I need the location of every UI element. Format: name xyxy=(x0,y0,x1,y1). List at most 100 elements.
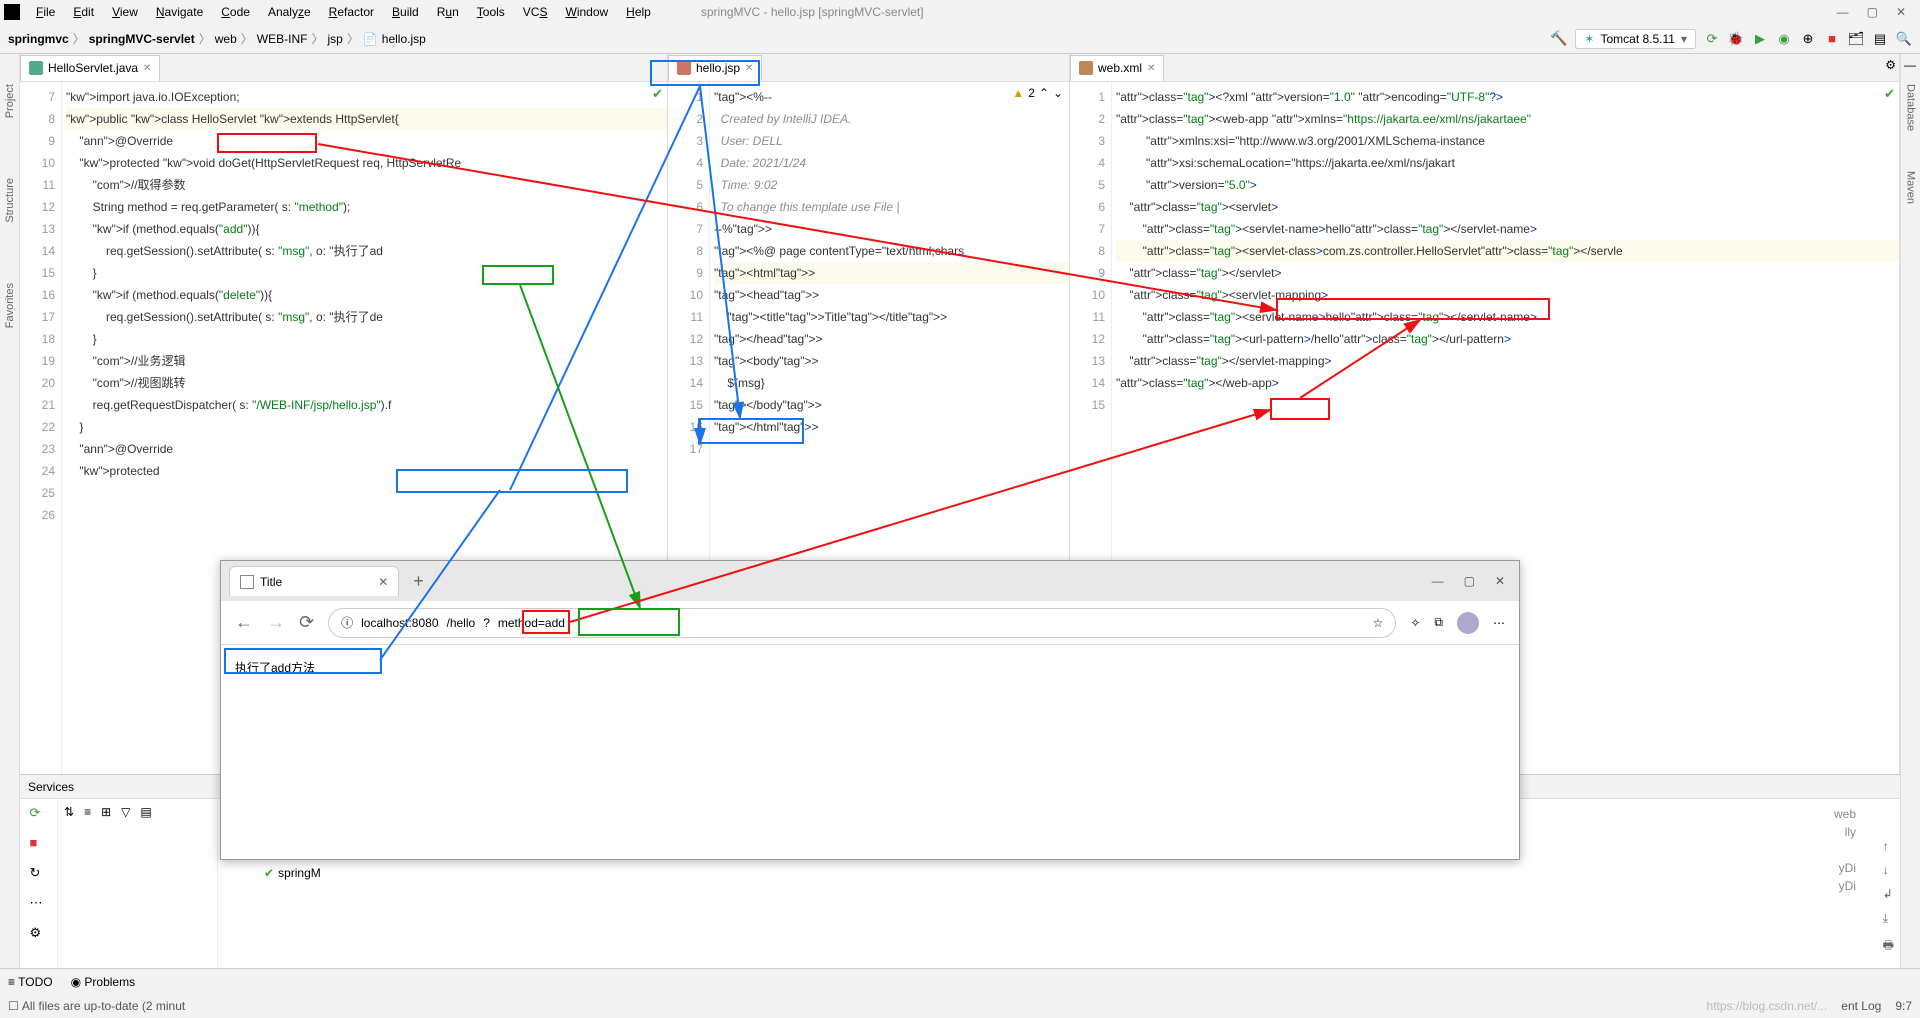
svc-filter-icon[interactable]: ⋯ xyxy=(30,895,48,913)
url-query: method=add xyxy=(498,616,565,630)
browser-min-icon[interactable]: — xyxy=(1432,574,1444,588)
search-icon[interactable]: 🔍 xyxy=(1896,31,1912,47)
svc-tool-icon[interactable]: ▤ xyxy=(140,805,151,819)
inspection-ok-icon: ✔ xyxy=(652,86,663,102)
browser-profile-icon[interactable] xyxy=(1457,612,1479,634)
crumb-webinf[interactable]: WEB-INF xyxy=(257,32,308,46)
menu-tools[interactable]: Tools xyxy=(469,3,513,21)
browser-star-icon[interactable]: ☆ xyxy=(1373,616,1384,630)
browser-max-icon[interactable]: ▢ xyxy=(1464,574,1475,588)
bottom-toolwindow-stripe: ≡ TODO ◉ Problems xyxy=(0,968,1920,994)
close-icon[interactable]: ✕ xyxy=(1896,5,1906,19)
browser-fav-icon[interactable]: ✧ xyxy=(1410,616,1420,630)
svc-print-icon[interactable]: 🖶 xyxy=(1883,936,1894,957)
svc-up-icon[interactable]: ↑ xyxy=(1883,839,1894,853)
svc-tool-icon[interactable]: ⊞ xyxy=(101,805,111,819)
svc-tool-icon[interactable]: ⇅ xyxy=(64,805,74,819)
app-logo-icon xyxy=(4,4,20,20)
run-play-icon[interactable]: ▶ xyxy=(1752,31,1768,47)
crumb-root[interactable]: springmvc xyxy=(8,32,69,46)
menu-refactor[interactable]: Refactor xyxy=(321,3,382,21)
crumb-web[interactable]: web xyxy=(215,32,237,46)
services-settings-icon[interactable]: ⚙ xyxy=(1885,58,1896,72)
toolwindow-maven[interactable]: Maven xyxy=(1905,171,1917,204)
tab-close-icon[interactable]: ✕ xyxy=(745,63,753,74)
menu-view[interactable]: View xyxy=(104,3,146,21)
tab-label: web.xml xyxy=(1098,61,1142,75)
crumb-jsp[interactable]: jsp xyxy=(327,32,342,46)
svc-tool-icon[interactable]: ≡ xyxy=(84,805,91,819)
tab-helloServlet[interactable]: HelloServlet.java ✕ xyxy=(20,55,160,81)
run-config-selector[interactable]: ✶ Tomcat 8.5.11 ▾ xyxy=(1575,29,1696,49)
svc-tool-icon[interactable]: ▽ xyxy=(121,805,130,819)
tab-hellojsp[interactable]: hello.jsp ✕ xyxy=(668,55,762,81)
debug-icon[interactable]: 🐞 xyxy=(1728,31,1744,47)
tab-label: HelloServlet.java xyxy=(48,61,138,75)
xml-file-icon xyxy=(1079,61,1093,75)
git-icon[interactable]: 🗂 xyxy=(1848,31,1864,47)
tab-close-icon[interactable]: ✕ xyxy=(1147,63,1155,74)
crumb-module[interactable]: springMVC-servlet xyxy=(89,32,195,46)
menu-build[interactable]: Build xyxy=(384,3,427,21)
menu-vcs[interactable]: VCS xyxy=(515,3,556,21)
browser-address-bar[interactable]: ⓘ localhost:8080/hello? method=add ☆ xyxy=(328,608,1396,638)
run-icon[interactable]: ⟳ xyxy=(1704,31,1720,47)
services-hide-icon[interactable]: — xyxy=(1904,58,1916,72)
menu-navigate[interactable]: Navigate xyxy=(148,3,211,21)
browser-tab[interactable]: Title ✕ xyxy=(229,566,399,596)
run-config-label: Tomcat 8.5.11 xyxy=(1600,32,1674,46)
info-icon[interactable]: ⓘ xyxy=(341,614,353,631)
profile-icon[interactable]: ⊕ xyxy=(1800,31,1816,47)
page-text: 执行了add方法 xyxy=(235,661,315,675)
browser-reload-icon[interactable]: ⟳ xyxy=(299,612,314,633)
menu-help[interactable]: Help xyxy=(618,3,659,21)
maximize-icon[interactable]: ▢ xyxy=(1867,5,1878,19)
jsp-file-icon xyxy=(677,61,691,75)
menu-file[interactable]: File xyxy=(28,3,63,21)
page-icon xyxy=(240,575,254,589)
toolwindow-project[interactable]: Project xyxy=(4,84,16,118)
inspection-prev-icon[interactable]: ⌃ xyxy=(1039,86,1049,100)
browser-fwd-icon[interactable]: → xyxy=(267,612,285,633)
bottom-problems[interactable]: ◉ Problems xyxy=(71,975,136,989)
tab-label: hello.jsp xyxy=(696,61,740,75)
project-structure-icon[interactable]: ▤ xyxy=(1872,31,1888,47)
menu-window[interactable]: Window xyxy=(557,3,616,21)
menu-edit[interactable]: Edit xyxy=(65,3,102,21)
menu-bar: File Edit View Navigate Code Analyze Ref… xyxy=(0,0,1920,24)
browser-menu-icon[interactable]: ⋯ xyxy=(1493,616,1505,630)
toolwindow-structure[interactable]: Structure xyxy=(4,178,16,223)
toolwindow-database[interactable]: Database xyxy=(1905,84,1917,131)
status-log[interactable]: ent Log xyxy=(1841,999,1881,1013)
browser-collections-icon[interactable]: ⧉ xyxy=(1434,615,1443,630)
svc-rerun-icon[interactable]: ⟳ xyxy=(30,805,48,823)
url-host: localhost:8080 xyxy=(361,616,438,630)
java-file-icon xyxy=(29,61,43,75)
tab-webxml[interactable]: web.xml ✕ xyxy=(1070,55,1164,81)
browser-new-tab-icon[interactable]: + xyxy=(413,571,424,592)
browser-back-icon[interactable]: ← xyxy=(235,612,253,633)
stop-icon[interactable]: ■ xyxy=(1824,31,1840,47)
svc-scroll-icon[interactable]: ⤓ xyxy=(1883,911,1894,926)
navigation-bar: springmvc〉 springMVC-servlet〉 web〉 WEB-I… xyxy=(0,24,1920,54)
svc-wrap-icon[interactable]: ↲ xyxy=(1883,887,1894,901)
svc-more-icon[interactable]: ⚙ xyxy=(30,925,48,943)
browser-close-icon[interactable]: ✕ xyxy=(1495,574,1505,588)
minimize-icon[interactable]: — xyxy=(1837,5,1849,19)
browser-tab-close-icon[interactable]: ✕ xyxy=(378,575,388,589)
menu-analyze[interactable]: Analyze xyxy=(260,3,319,21)
coverage-icon[interactable]: ◉ xyxy=(1776,31,1792,47)
menu-run[interactable]: Run xyxy=(429,3,467,21)
inspection-next-icon[interactable]: ⌄ xyxy=(1053,86,1063,100)
svc-down-icon[interactable]: ↓ xyxy=(1883,863,1894,877)
bottom-todo[interactable]: ≡ TODO xyxy=(8,975,53,989)
menu-code[interactable]: Code xyxy=(213,3,258,21)
tab-close-icon[interactable]: ✕ xyxy=(143,63,151,74)
url-q: ? xyxy=(483,616,490,630)
svc-stop-icon[interactable]: ■ xyxy=(30,835,48,853)
build-icon[interactable]: 🔨 xyxy=(1550,30,1567,47)
svc-deploy-icon[interactable]: ↻ xyxy=(30,865,48,883)
toolwindow-favorites[interactable]: Favorites xyxy=(4,283,16,328)
crumb-file[interactable]: hello.jsp xyxy=(382,32,426,46)
url-path: /hello xyxy=(447,616,476,630)
